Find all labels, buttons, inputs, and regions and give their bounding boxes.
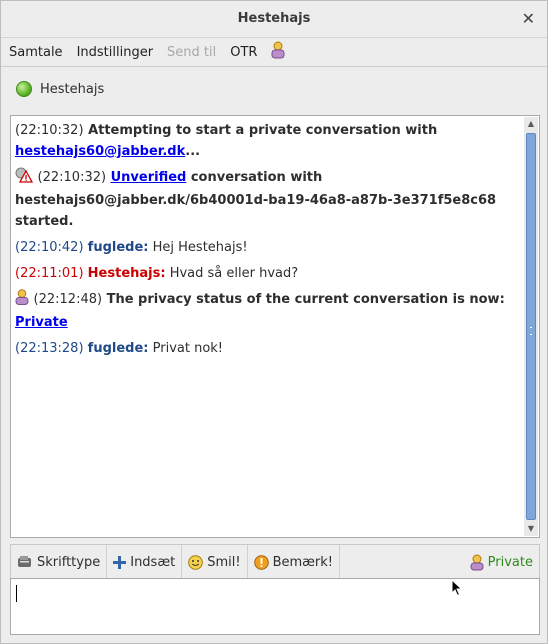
conversation-log[interactable]: (22:10:32) Attempting to start a private… bbox=[10, 115, 540, 538]
unverified-warning-icon bbox=[15, 167, 34, 190]
message-timestamp: (22:11:01) bbox=[15, 266, 84, 281]
message-timestamp: (22:10:32) bbox=[15, 123, 84, 138]
contact-header: Hestehajs bbox=[16, 81, 104, 97]
format-toolbar: Skrifttype Indsæt Smil! Bemærk! Private bbox=[10, 544, 540, 579]
menu-indstillinger[interactable]: Indstillinger bbox=[77, 45, 153, 60]
conversation-window: Hestehajs ✕ Samtale Indstillinger Send t… bbox=[0, 0, 548, 644]
jid-link[interactable]: hestehajs60@jabber.dk bbox=[15, 144, 185, 159]
privacy-status-label: Private bbox=[487, 554, 533, 570]
menu-otr[interactable]: OTR bbox=[230, 45, 257, 60]
log-message: (22:10:32) Attempting to start a private… bbox=[15, 120, 521, 162]
scroll-up-icon[interactable]: ▲ bbox=[524, 117, 538, 131]
available-status-icon bbox=[16, 81, 32, 97]
smile-label: Smil! bbox=[207, 554, 241, 570]
smile-button[interactable]: Smil! bbox=[182, 545, 248, 579]
message-text-suffix: ... bbox=[185, 144, 201, 159]
smiley-icon bbox=[188, 554, 204, 570]
message-timestamp: (22:10:42) bbox=[15, 240, 84, 255]
sender-nick: fuglede: bbox=[87, 341, 149, 356]
log-message: (22:11:01) Hestehajs: Hvad så eller hvad… bbox=[15, 263, 521, 284]
log-scrollbar[interactable]: ▲ ▼ bbox=[524, 117, 538, 536]
log-message: (22:10:42) fuglede: Hej Hestehajs! bbox=[15, 237, 521, 258]
menu-samtale[interactable]: Samtale bbox=[9, 45, 63, 60]
scroll-down-icon[interactable]: ▼ bbox=[524, 522, 538, 536]
otr-private-button[interactable]: Private bbox=[464, 545, 539, 579]
otr-person-icon[interactable] bbox=[271, 41, 285, 63]
private-link[interactable]: Private bbox=[15, 315, 68, 330]
message-text: Hej Hestehajs! bbox=[152, 240, 248, 255]
mouse-pointer-icon bbox=[451, 578, 463, 601]
scrollbar-thumb[interactable] bbox=[526, 133, 536, 520]
window-title: Hestehajs bbox=[237, 11, 311, 26]
message-text: Attempting to start a private conversati… bbox=[88, 123, 438, 138]
plus-icon bbox=[113, 555, 127, 569]
menu-send-til: Send til bbox=[167, 44, 217, 60]
log-message: (22:12:48) The privacy status of the cur… bbox=[15, 289, 521, 333]
message-text: Hvad så eller hvad? bbox=[169, 266, 299, 281]
unverified-link[interactable]: Unverified bbox=[111, 170, 187, 185]
message-timestamp: (22:13:28) bbox=[15, 341, 84, 356]
private-status-icon bbox=[15, 289, 29, 312]
sender-nick: Hestehajs: bbox=[87, 266, 166, 281]
menu-bar: Samtale Indstillinger Send til OTR bbox=[1, 38, 547, 67]
font-button[interactable]: Skrifttype bbox=[11, 545, 108, 579]
otr-person-icon bbox=[470, 554, 484, 571]
sender-nick: fuglede: bbox=[87, 240, 149, 255]
message-timestamp: (22:10:32) bbox=[37, 170, 107, 185]
close-icon[interactable]: ✕ bbox=[522, 9, 535, 28]
attention-button[interactable]: Bemærk! bbox=[248, 545, 340, 579]
insert-button[interactable]: Indsæt bbox=[107, 545, 183, 579]
text-caret bbox=[16, 585, 17, 602]
font-icon bbox=[17, 555, 33, 569]
message-timestamp: (22:12:48) bbox=[33, 292, 103, 307]
log-message: (22:10:32) Unverified conversation with … bbox=[15, 167, 521, 232]
message-text: The privacy status of the current conver… bbox=[106, 292, 505, 307]
contact-name: Hestehajs bbox=[40, 81, 105, 97]
log-message: (22:13:28) fuglede: Privat nok! bbox=[15, 338, 521, 359]
attention-icon bbox=[253, 554, 269, 570]
font-label: Skrifttype bbox=[37, 554, 101, 570]
insert-label: Indsæt bbox=[130, 554, 176, 570]
title-bar[interactable]: Hestehajs ✕ bbox=[1, 1, 547, 38]
attention-label: Bemærk! bbox=[272, 554, 333, 570]
message-text: Privat nok! bbox=[152, 341, 224, 356]
